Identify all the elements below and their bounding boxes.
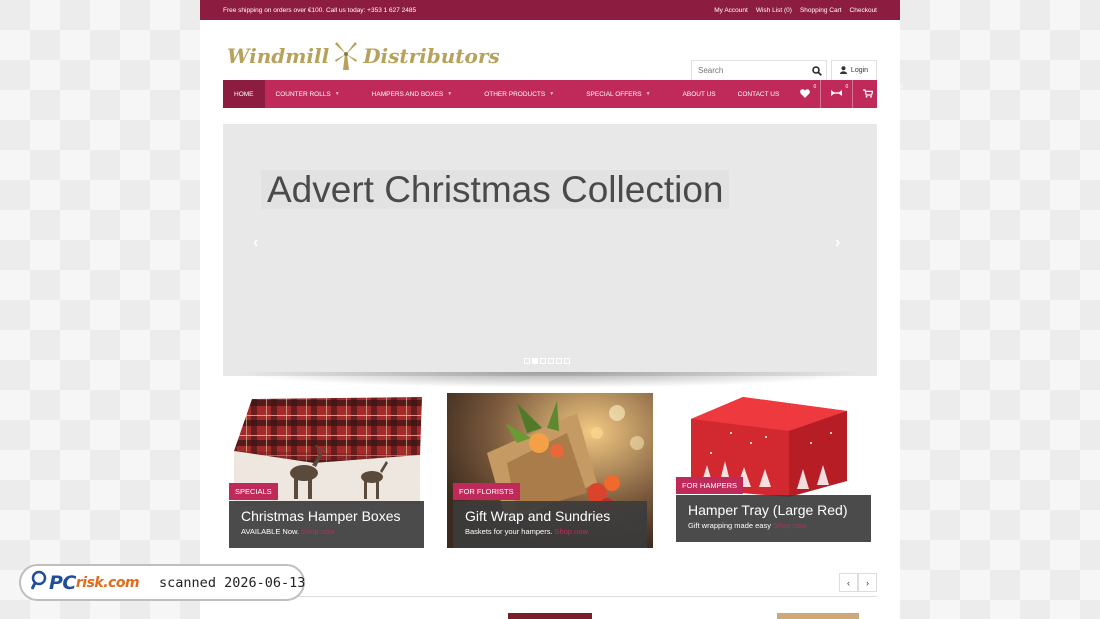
windmill-icon [335,42,358,70]
compare-button[interactable]: 0 [820,80,852,108]
top-links: My Account Wish List (0) Shopping Cart C… [714,7,877,14]
nav-label: HAMPERS AND BOXES [371,90,444,98]
slider-prev-icon[interactable]: ‹ [253,234,258,252]
shopping-cart-link[interactable]: Shopping Cart [800,7,842,14]
page: Free shipping on orders over €100. Call … [200,0,903,619]
product-carousel-controls: ‹ › [839,573,877,592]
my-account-link[interactable]: My Account [714,7,748,14]
banner-title: Hamper Tray (Large Red) [688,502,848,518]
nav-item-special-offers[interactable]: SPECIAL OFFERS ▼ [575,80,661,108]
search-icon[interactable] [808,65,826,76]
slider-dot[interactable] [556,358,562,364]
hero-slider: Advert Christmas Collection ‹ › [223,124,877,376]
login-label: Login [850,67,869,74]
banner-more-link[interactable]: Shop now [301,527,334,536]
scanned-date: scanned 2026-06-13 [159,574,306,591]
main-nav: HOME COUNTER ROLLS ▼ HAMPERS AND BOXES ▼… [223,80,903,108]
wishlist-button[interactable]: 0 [790,80,820,108]
shipping-notice: Free shipping on orders over €100. Call … [223,6,417,14]
banner-more-link[interactable]: Shop now [773,521,806,530]
banner-christmas-hamper-boxes[interactable]: SPECIALS Christmas Hamper Boxes AVAILABL… [224,393,430,548]
hero-title: Advert Christmas Collection [261,170,730,209]
pcrisk-watermark: PC risk.com scanned 2026-06-13 [19,564,305,601]
slider-pagination [524,358,570,364]
nav-item-counter-rolls[interactable]: COUNTER ROLLS ▼ [265,80,351,108]
nav-item-contact-us[interactable]: CONTACT US [727,80,791,108]
heart-icon [800,88,811,100]
banner-subtitle: Baskets for your hampers. Shop now [465,527,635,536]
slider-dot[interactable] [564,358,570,364]
slider-dot[interactable] [532,358,538,364]
product-thumbnail[interactable] [777,613,859,619]
banner-hamper-tray-large-red[interactable]: FOR HAMPERS Hamper Tray (Large Red) Gift… [671,393,877,548]
banner-more-link[interactable]: Shop now [555,527,588,536]
caret-down-icon: ▼ [645,91,651,97]
nav-tools: 0 0 0 €0.00 [790,80,907,108]
section-divider [223,596,877,597]
cart-icon [863,88,874,100]
banner-subtitle: Gift wrapping made easy Shop now [688,521,859,530]
brand-risk: risk.com [75,574,140,591]
slider-dot[interactable] [548,358,554,364]
slider-dot[interactable] [524,358,530,364]
banner-tag: FOR HAMPERS [676,477,744,494]
nav-item-about-us[interactable]: ABOUT US [672,80,727,108]
logo-text-right: Distributors [363,44,500,68]
slider-dot[interactable] [540,358,546,364]
search-box [691,60,827,81]
top-bar: Free shipping on orders over €100. Call … [200,0,900,20]
compare-arrows-icon [831,89,843,99]
product-thumbnail[interactable] [508,613,592,619]
search-input[interactable] [692,66,808,75]
logo-text-left: Windmill [227,44,330,68]
nav-label: COUNTER ROLLS [275,90,331,98]
pcrisk-logo: PC risk.com [30,570,140,595]
nav-label: ABOUT US [682,90,716,98]
banner-subtitle: AVAILABLE Now. Shop now [241,527,412,536]
hero-shadow [233,372,867,388]
login-button[interactable]: Login [831,60,877,81]
banner-subtitle-text: Gift wrapping made easy [688,521,771,530]
user-icon [839,65,847,76]
site-logo[interactable]: Windmill Distributors [227,40,500,72]
slider-next-icon[interactable]: › [835,234,840,252]
header: Windmill Distributors Login [200,20,900,81]
cart-total: €0.00 [879,90,897,98]
banner-subtitle-text: Baskets for your hampers. [465,527,553,536]
banner-caption: Hamper Tray (Large Red) Gift wrapping ma… [676,495,871,542]
brand-pc: PC [49,571,76,594]
carousel-prev-icon[interactable]: ‹ [839,573,858,592]
caret-down-icon: ▼ [334,91,340,97]
carousel-next-icon[interactable]: › [858,573,877,592]
nav-label: SPECIAL OFFERS [586,90,642,98]
nav-label: HOME [234,90,254,98]
banner-title: Gift Wrap and Sundries [465,508,611,524]
nav-label: CONTACT US [737,90,780,98]
wish-list-link[interactable]: Wish List (0) [756,7,792,14]
compare-count: 0 [845,84,849,90]
banner-subtitle-text: AVAILABLE Now. [241,527,300,536]
banner-gift-wrap-and-sundries[interactable]: FOR FLORISTS Gift Wrap and Sundries Bask… [447,393,653,548]
banner-title: Christmas Hamper Boxes [241,508,401,524]
checkout-link[interactable]: Checkout [850,7,877,14]
cart-button[interactable]: 0 €0.00 [852,80,907,108]
wishlist-count: 0 [813,84,817,90]
caret-down-icon: ▼ [447,91,453,97]
banner-caption: Christmas Hamper Boxes AVAILABLE Now. Sho… [229,501,424,548]
magnifier-icon [30,570,49,595]
nav-item-home[interactable]: HOME [223,80,265,108]
caret-down-icon: ▼ [549,91,555,97]
nav-label: OTHER PRODUCTS [484,90,546,98]
nav-item-other-products[interactable]: OTHER PRODUCTS ▼ [473,80,565,108]
banner-tag: FOR FLORISTS [453,483,520,500]
nav-item-hampers-and-boxes[interactable]: HAMPERS AND BOXES ▼ [361,80,463,108]
banner-tag: SPECIALS [229,483,278,500]
cart-count: 0 [900,84,903,90]
banner-caption: Gift Wrap and Sundries Baskets for your … [453,501,647,548]
